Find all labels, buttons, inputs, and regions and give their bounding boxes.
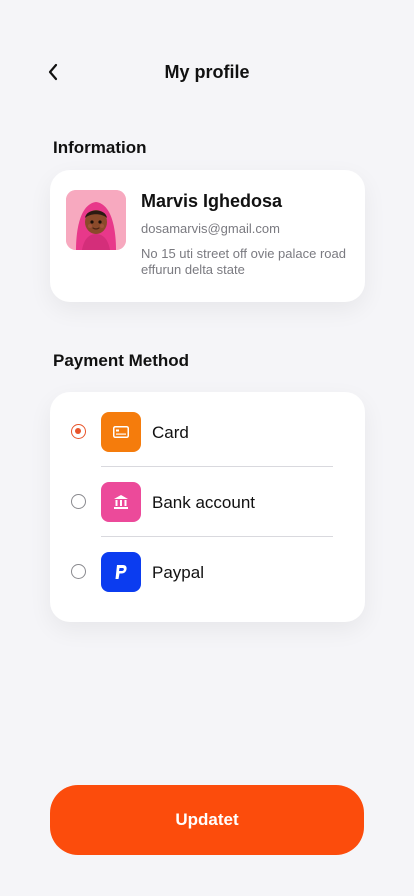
card-icon [101, 412, 141, 452]
header: My profile [0, 52, 414, 92]
user-address: No 15 uti street off ovie palace road ef… [141, 246, 346, 277]
divider [101, 536, 333, 537]
payment-option-bank-account[interactable]: Bank account [50, 482, 365, 522]
avatar[interactable] [66, 190, 126, 250]
payment-method-card: Card Bank account Paypal [50, 392, 365, 622]
profile-screen: My profile Information Marvis Ighedosa d… [0, 0, 414, 896]
payment-option-paypal[interactable]: Paypal [50, 552, 365, 592]
bank-icon [101, 482, 141, 522]
payment-section-title: Payment Method [53, 351, 190, 370]
payment-option-card[interactable]: Card [50, 412, 365, 452]
information-section-title: Information [53, 138, 147, 157]
payment-option-label: Paypal [152, 563, 204, 582]
radio-paypal[interactable] [71, 564, 86, 579]
payment-option-label: Bank account [152, 493, 256, 512]
page-title: My profile [164, 62, 250, 82]
user-email: dosamarvis@gmail.com [141, 221, 280, 236]
avatar-illustration [66, 190, 126, 250]
radio-card[interactable] [71, 424, 86, 439]
profile-info-card: Marvis Ighedosa dosamarvis@gmail.com No … [50, 170, 365, 302]
user-name: Marvis Ighedosa [141, 191, 283, 211]
update-button[interactable]: Updatet [50, 785, 364, 855]
paypal-icon [101, 552, 141, 592]
payment-option-label: Card [152, 423, 189, 442]
divider [101, 466, 333, 467]
radio-bank-account[interactable] [71, 494, 86, 509]
